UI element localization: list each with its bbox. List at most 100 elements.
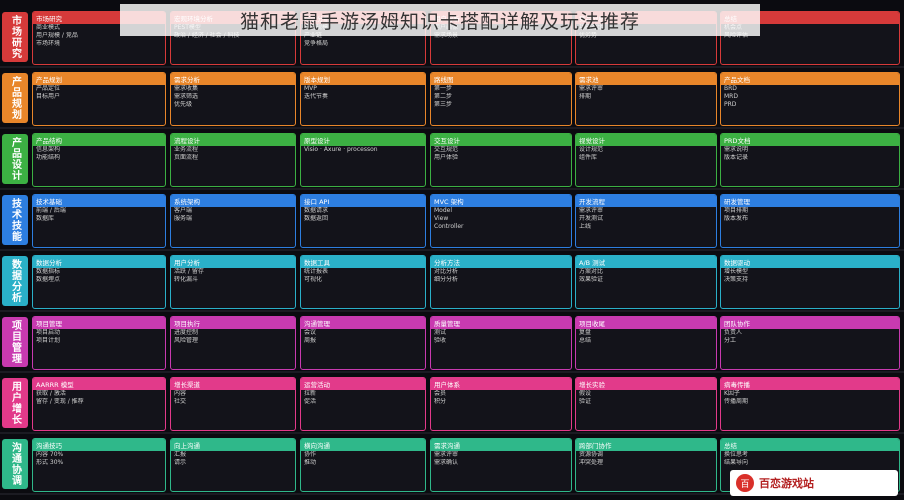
topic-item: 假设: [579, 390, 592, 397]
category-row: 产品设计 产品结构 信息架构 功能结构 流程设计 业务流程 页面流程 原型设计 Visio · …: [0, 130, 904, 190]
topic-item: 协作: [304, 451, 317, 458]
topic-item: 需求确认: [434, 459, 459, 466]
topic-item: 功能结构: [36, 154, 61, 161]
topic-item: BRD: [724, 85, 737, 92]
category-label: 用户增长: [2, 378, 28, 428]
topic-heading: 项目管理: [33, 317, 165, 329]
topic-item: 需求评审: [579, 85, 604, 92]
topic-panel: 跨部门协作 资源协调 冲突处理: [575, 438, 717, 492]
category-label: 市场研究: [2, 12, 28, 62]
topic-heading: 数据分析: [33, 256, 165, 268]
topic-item: 周报: [304, 337, 317, 344]
topic-item: 需求筛选: [174, 93, 199, 100]
topic-item: 传播周期: [724, 398, 749, 405]
topic-item: 促活: [304, 398, 317, 405]
category-label: 产品规划: [2, 73, 28, 123]
topic-heading: 技术基础: [33, 195, 165, 207]
topic-heading: 视觉设计: [576, 134, 716, 146]
topic-item: 业务流程: [174, 146, 199, 153]
topic-heading: 质量管理: [431, 317, 571, 329]
topic-item: 风险管理: [174, 337, 199, 344]
topic-panel: 数据工具 统计报表 可视化: [300, 255, 426, 309]
topic-item: 资源协调: [579, 451, 604, 458]
topic-item: 产品定位: [36, 85, 61, 92]
topic-heading: 产品文档: [721, 73, 899, 85]
topic-item: 开发测试: [579, 215, 604, 222]
topic-panel: 研发管理 项目排期 版本发布: [720, 194, 900, 248]
topic-heading: AARRR 模型: [33, 378, 165, 390]
topic-heading: 版本规划: [301, 73, 425, 85]
topic-item: K因子: [724, 390, 740, 397]
topic-panel: 开发流程 需求评审 开发测试 上线: [575, 194, 717, 248]
topic-item: 目标用户: [36, 93, 61, 100]
topic-heading: 项目执行: [171, 317, 295, 329]
topic-panel: 路线图 第一步 第二步 第三步: [430, 72, 572, 126]
topic-item: 汇报: [174, 451, 187, 458]
topic-item: 迭代节奏: [304, 93, 329, 100]
topic-item: 上线: [579, 223, 592, 230]
topic-heading: 原型设计: [301, 134, 425, 146]
category-row: 项目管理 项目管理 项目启动 项目计划 项目执行 进度控制 风险管理 沟通管理 会议 周报 质量管理…: [0, 313, 904, 373]
category-label: 数据分析: [2, 256, 28, 306]
topic-panel: 视觉设计 设计规范 组件库: [575, 133, 717, 187]
category-label: 沟通协调: [2, 439, 28, 489]
category-row: 产品规划 产品规划 产品定位 目标用户 需求分析 需求收集 需求筛选 优先级 版本规划 MVP 迭代…: [0, 69, 904, 129]
topic-item: 市场环境: [36, 40, 61, 47]
topic-item: 客户端: [174, 207, 193, 214]
topic-heading: A/B 测试: [576, 256, 716, 268]
topic-heading: 项目收尾: [576, 317, 716, 329]
topic-item: 内容 70%: [36, 451, 64, 458]
category-label: 产品设计: [2, 134, 28, 184]
topic-panel: 接口 API 数据请求 数据返回: [300, 194, 426, 248]
topic-item: 项目启动: [36, 329, 61, 336]
topic-heading: 横向沟通: [301, 439, 425, 451]
topic-panel: 沟通管理 会议 周报: [300, 316, 426, 370]
topic-heading: 跨部门协作: [576, 439, 716, 451]
topic-item: 负责人: [724, 329, 743, 336]
topic-item: 请示: [174, 459, 187, 466]
topic-panel: AARRR 模型 获取 / 激活 留存 / 变现 / 推荐: [32, 377, 166, 431]
topic-item: 第三步: [434, 101, 453, 108]
topic-item: 第二步: [434, 93, 453, 100]
category-label-text: 产品规划: [9, 76, 21, 120]
topic-item: 推动: [304, 459, 317, 466]
topic-panel: 版本规划 MVP 迭代节奏: [300, 72, 426, 126]
topic-panel: 技术基础 前端 / 后端 数据库: [32, 194, 166, 248]
topic-item: 积分: [434, 398, 447, 405]
topic-heading: 需求池: [576, 73, 716, 85]
topic-panel: 用户分析 活跃 / 留存 转化漏斗: [170, 255, 296, 309]
topic-item: MRD: [724, 93, 738, 100]
topic-heading: 产品结构: [33, 134, 165, 146]
topic-panel: 需求池 需求评审 排期: [575, 72, 717, 126]
topic-item: 需求评审: [434, 451, 459, 458]
topic-panel: 产品结构 信息架构 功能结构: [32, 133, 166, 187]
topic-item: 组件库: [579, 154, 598, 161]
topic-panel: 原型设计 Visio · Axure · processon: [300, 133, 426, 187]
topic-panel: 项目管理 项目启动 项目计划: [32, 316, 166, 370]
topic-item: 进度控制: [174, 329, 199, 336]
topic-panel: 质量管理 测试 验收: [430, 316, 572, 370]
category-row: 用户增长 AARRR 模型 获取 / 激活 留存 / 变现 / 推荐 增长渠道 内容 社交运…: [0, 374, 904, 434]
category-label-text: 市场研究: [9, 15, 21, 59]
category-label-text: 数据分析: [9, 259, 21, 303]
topic-item: 分工: [724, 337, 737, 344]
topic-heading: 病毒传播: [721, 378, 899, 390]
topic-panel: 交互设计 交互规范 用户体验: [430, 133, 572, 187]
topic-panel: A/B 测试 方案对比 效果验证: [575, 255, 717, 309]
topic-item: 验证: [579, 398, 592, 405]
topic-heading: 数据工具: [301, 256, 425, 268]
topic-item: 获取 / 激活: [36, 390, 66, 397]
topic-heading: 团队协作: [721, 317, 899, 329]
topic-item: PRD: [724, 101, 737, 108]
topic-item: 服务端: [174, 215, 193, 222]
category-label-text: 沟通协调: [9, 442, 21, 486]
topic-item: 信息架构: [36, 146, 61, 153]
topic-panel: 向上沟通 汇报 请示: [170, 438, 296, 492]
topic-item: 形式 30%: [36, 459, 64, 466]
page-title: 猫和老鼠手游汤姆知识卡搭配详解及玩法推荐: [239, 10, 640, 33]
category-row: 数据分析 数据分析 数据指标 数据埋点 用户分析 活跃 / 留存 转化漏斗 数据工具 统计报表可…: [0, 252, 904, 312]
topic-panel: 增长渠道 内容 社交: [170, 377, 296, 431]
category-label: 项目管理: [2, 317, 28, 367]
topic-item: 交互规范: [434, 146, 459, 153]
topic-panel: 产品文档 BRD MRD PRD: [720, 72, 900, 126]
